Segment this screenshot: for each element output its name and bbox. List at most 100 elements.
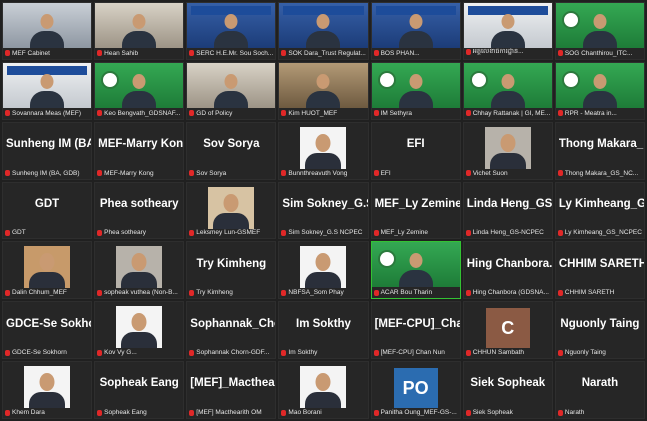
participant-tile[interactable]: MEF-Marry Kong MEF-Marry Kong: [94, 121, 185, 180]
microphone-muted-icon: [5, 50, 10, 57]
participant-tile[interactable]: Ly Kimheang_G... Ly Kimheang_GS_NCPEC: [554, 181, 645, 240]
participant-name-text: Thong Makara_GS_NC...: [564, 169, 639, 177]
microphone-muted-icon: [281, 110, 287, 117]
participant-tile[interactable]: Sovannara Meas (MEF): [2, 61, 93, 120]
participant-name-text: Kov Vy G...: [104, 349, 137, 357]
participant-name-text: Vichet Suon: [472, 169, 508, 177]
participant-name-text: Sophannak Chorn-GDF...: [196, 349, 270, 357]
participant-tile[interactable]: Bunnthreavuth Vong: [278, 121, 369, 180]
participant-name-text: RPR - Meatra in...: [564, 109, 617, 117]
participant-tile[interactable]: Khem Dara: [2, 361, 93, 419]
participant-tile[interactable]: Sophannak_Cho... Sophannak Chorn-GDF...: [186, 301, 277, 360]
participant-tile[interactable]: Phea sotheary Phea sotheary: [94, 181, 185, 240]
participant-tile[interactable]: MEF_Ly Zemine MEF_Ly Zemine: [370, 181, 461, 240]
participant-name-label: Linda Heng_GS-NCPEC: [465, 229, 550, 236]
participant-tile[interactable]: Linda Heng_GS-... Linda Heng_GS-NCPEC: [462, 181, 553, 240]
participant-tile[interactable]: SOG Chanthirou_ITC...: [554, 2, 645, 60]
participant-name-text: Dalin Chhum_MEF: [12, 289, 67, 297]
participant-name-text: MEF Cabinet: [12, 49, 50, 57]
participant-name-label: Sunheng IM (BA, GDB): [5, 170, 89, 177]
participant-tile[interactable]: BOS PHAN...: [370, 2, 461, 60]
participant-name-text: Narath: [564, 409, 585, 416]
participant-name-text: CHHUN Sambath: [472, 349, 524, 357]
participant-tile[interactable]: MEF Cabinet: [2, 2, 93, 60]
microphone-muted-icon: [373, 289, 379, 296]
profile-photo: [300, 126, 347, 169]
participant-tile[interactable]: ACAR Bou Tharin: [370, 241, 461, 300]
participant-tile[interactable]: Chhay Rattanak | GI, ME...: [462, 61, 553, 120]
participant-tile[interactable]: Sopheak Eang Sopheak Eang: [94, 361, 185, 419]
participant-tile[interactable]: EFI EFI: [370, 121, 461, 180]
participant-name-text: BOS PHAN...: [380, 49, 420, 57]
participant-video: [555, 62, 644, 108]
participant-tile[interactable]: Im Sokthy Im Sokthy: [278, 301, 369, 360]
participant-video: [3, 62, 92, 108]
participant-name-label: GDCE-Se Sokhorn: [5, 349, 89, 356]
participant-name-label: ACAR Bou Tharin: [373, 289, 458, 296]
participant-tile[interactable]: Thong Makara_... Thong Makara_GS_NC...: [554, 121, 645, 180]
participant-display-name: Narath: [581, 377, 619, 390]
participant-name-text: CHHIM SARETH: [564, 289, 615, 297]
participant-name-text: Nguonly Taing: [564, 349, 606, 357]
participant-display-name: [MEF-CPU]_Cha...: [374, 317, 460, 330]
participant-name-text: Panitha Oung_MEF-GS-...: [380, 409, 457, 416]
microphone-muted-icon: [373, 409, 379, 416]
participant-tile[interactable]: Siek Sopheak Siek Sopheak: [462, 361, 553, 419]
participant-tile[interactable]: Vichet Suon: [462, 121, 553, 180]
participant-tile[interactable]: អគ្គលេខាធិការដ្ឋាន...: [462, 2, 553, 60]
microphone-muted-icon: [189, 110, 195, 117]
participant-name-text: [MEF-CPU] Chan Nun: [380, 349, 445, 357]
participant-tile[interactable]: Try Kimheng Try Kimheng: [186, 241, 277, 300]
participant-name-text: អគ្គលេខាធិការដ្ឋាន...: [472, 47, 524, 55]
participant-name-label: RPR - Meatra in...: [557, 109, 642, 117]
participant-tile[interactable]: GD of Policy: [186, 61, 277, 120]
participant-tile[interactable]: IM Sethyra: [370, 61, 461, 120]
participant-tile[interactable]: [MEF]_Macthear... [MEF] Macthearith OM: [186, 361, 277, 419]
participant-tile[interactable]: Sunheng IM (BA... Sunheng IM (BA, GDB): [2, 121, 93, 180]
participant-tile[interactable]: Mao Borani: [278, 361, 369, 419]
participant-tile[interactable]: Hean Sahib: [94, 2, 185, 60]
participant-display-name: Siek Sopheak: [470, 377, 546, 390]
participant-name-text: MEF-Marry Kong: [104, 169, 154, 177]
participant-tile[interactable]: [MEF-CPU]_Cha... [MEF-CPU] Chan Nun: [370, 301, 461, 360]
microphone-muted-icon: [189, 349, 195, 356]
participant-tile[interactable]: C CHHUN Sambath: [462, 301, 553, 360]
participant-display-name: Sov Sorya: [203, 137, 260, 150]
microphone-muted-icon: [97, 409, 103, 416]
participant-tile[interactable]: GDCE-Se Sokhorn GDCE-Se Sokhorn: [2, 301, 93, 360]
participant-tile[interactable]: SOK Dara_Trust Regulat...: [278, 2, 369, 60]
participant-figure: [30, 13, 65, 48]
participant-display-name: Nguonly Taing: [560, 317, 640, 330]
participant-figure: [398, 13, 433, 48]
participant-name-label: NBFSA_Som Phay: [281, 289, 365, 296]
participant-tile[interactable]: Dalin Chhum_MEF: [2, 241, 93, 300]
participant-tile[interactable]: NBFSA_Som Phay: [278, 241, 369, 300]
participant-name-text: Khem Dara: [12, 409, 45, 416]
participant-tile[interactable]: Sim Sokney_G.S... Sim Sokney_G.S NCPEC: [278, 181, 369, 240]
participant-tile[interactable]: Hing Chanbora... Hing Chanbora (GDSNA...: [462, 241, 553, 300]
participant-tile[interactable]: Narath Narath: [554, 361, 645, 419]
participant-tile[interactable]: SERC H.E.Mr. Sou Soch...: [186, 2, 277, 60]
participant-tile[interactable]: sopheak vuthea (Non-B...: [94, 241, 185, 300]
participant-name-text: EFI: [380, 169, 391, 177]
microphone-muted-icon: [189, 229, 195, 236]
microphone-muted-icon: [281, 409, 287, 416]
participant-name-label: GD of Policy: [189, 110, 273, 117]
participant-tile[interactable]: Kov Vy G...: [94, 301, 185, 360]
participant-tile[interactable]: Keo Bengvath_GDSNAF...: [94, 61, 185, 120]
participant-tile[interactable]: GDT GDT: [2, 181, 93, 240]
participant-name-text: Mao Borani: [288, 409, 322, 416]
participant-tile[interactable]: PO Panitha Oung_MEF-GS-...: [370, 361, 461, 419]
participant-display-name: MEF-Marry Kong: [98, 137, 184, 150]
participant-tile[interactable]: Leksmey Lun-GSMEF: [186, 181, 277, 240]
participant-name-text: Sovannara Meas (MEF): [12, 109, 81, 117]
participant-video: [95, 62, 184, 108]
participant-tile[interactable]: Kim HUOT_MEF: [278, 61, 369, 120]
participant-tile[interactable]: CHHIM SARETH CHHIM SARETH: [554, 241, 645, 300]
participant-video: [279, 3, 368, 48]
participant-tile[interactable]: Nguonly Taing Nguonly Taing: [554, 301, 645, 360]
participant-figure: [398, 73, 433, 108]
participant-tile[interactable]: Sov Sorya Sov Sorya: [186, 121, 277, 180]
participant-name-label: អគ្គលេខាធិការដ្ឋាន...: [465, 47, 550, 57]
participant-tile[interactable]: RPR - Meatra in...: [554, 61, 645, 120]
